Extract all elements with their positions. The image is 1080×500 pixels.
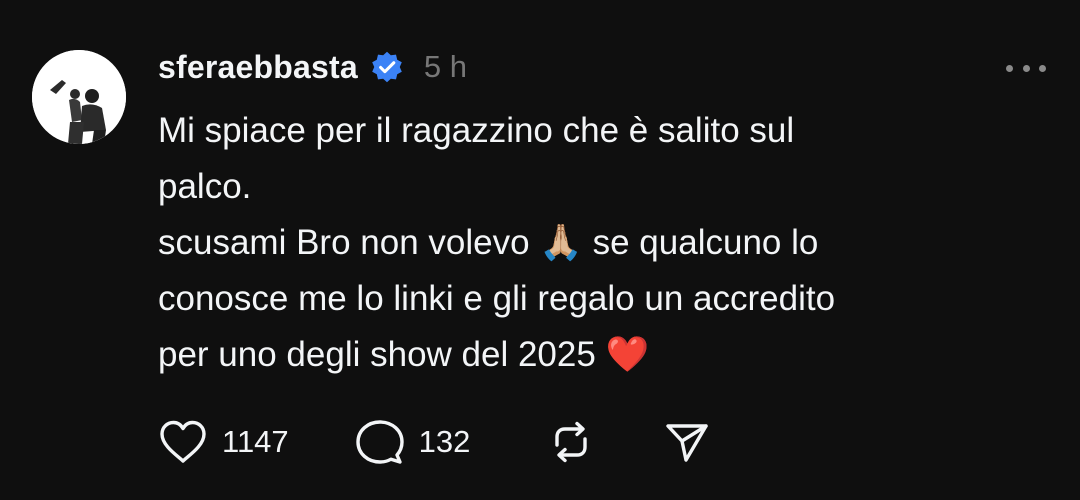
more-options-icon[interactable] bbox=[1006, 57, 1046, 79]
post-text-line: scusami Bro non volevo 🙏🏼 se qualcuno lo bbox=[158, 215, 1018, 271]
share-button[interactable] bbox=[664, 420, 710, 464]
post-text-line: Mi spiace per il ragazzino che è salito … bbox=[158, 111, 795, 150]
more-dot bbox=[1022, 64, 1030, 72]
thread-post: sferaebbasta 5 h Mi spiace per il ragazz… bbox=[0, 0, 1080, 500]
verified-badge-icon bbox=[370, 50, 404, 84]
comment-icon bbox=[355, 420, 404, 464]
heart-icon bbox=[160, 420, 206, 463]
reply-count: 132 bbox=[418, 424, 471, 459]
like-count: 1147 bbox=[222, 424, 289, 459]
post-actions: 1147 132 bbox=[158, 414, 710, 470]
post-timestamp: 5 h bbox=[423, 49, 467, 84]
avatar[interactable] bbox=[32, 50, 126, 144]
send-icon bbox=[666, 424, 709, 462]
post-text-segment: per uno degli show del 2025 bbox=[158, 335, 606, 374]
red-heart-emoji: ❤️ bbox=[605, 335, 650, 375]
repost-button[interactable] bbox=[548, 419, 594, 465]
post-text-segment: scusami Bro non volevo bbox=[158, 223, 540, 262]
post-text: Mi spiace per il ragazzino che è salito … bbox=[158, 103, 1018, 383]
post-text-line: conosce me lo linki e gli regalo un accr… bbox=[158, 279, 836, 318]
post-text-segment: se qualcuno lo bbox=[582, 223, 819, 262]
post-text-line: per uno degli show del 2025 ❤️ bbox=[158, 327, 1018, 383]
post-text-line: palco. bbox=[158, 167, 252, 206]
praying-hands-emoji: 🙏🏼 bbox=[539, 223, 583, 263]
reply-button[interactable]: 132 bbox=[355, 418, 471, 466]
more-dot bbox=[1006, 64, 1013, 72]
avatar-photo bbox=[32, 50, 126, 144]
post-header: sferaebbasta 5 h bbox=[158, 44, 467, 90]
more-dot bbox=[1039, 64, 1046, 72]
repost-icon bbox=[555, 421, 588, 463]
username[interactable]: sferaebbasta bbox=[158, 49, 358, 86]
like-button[interactable]: 1147 bbox=[158, 419, 289, 465]
